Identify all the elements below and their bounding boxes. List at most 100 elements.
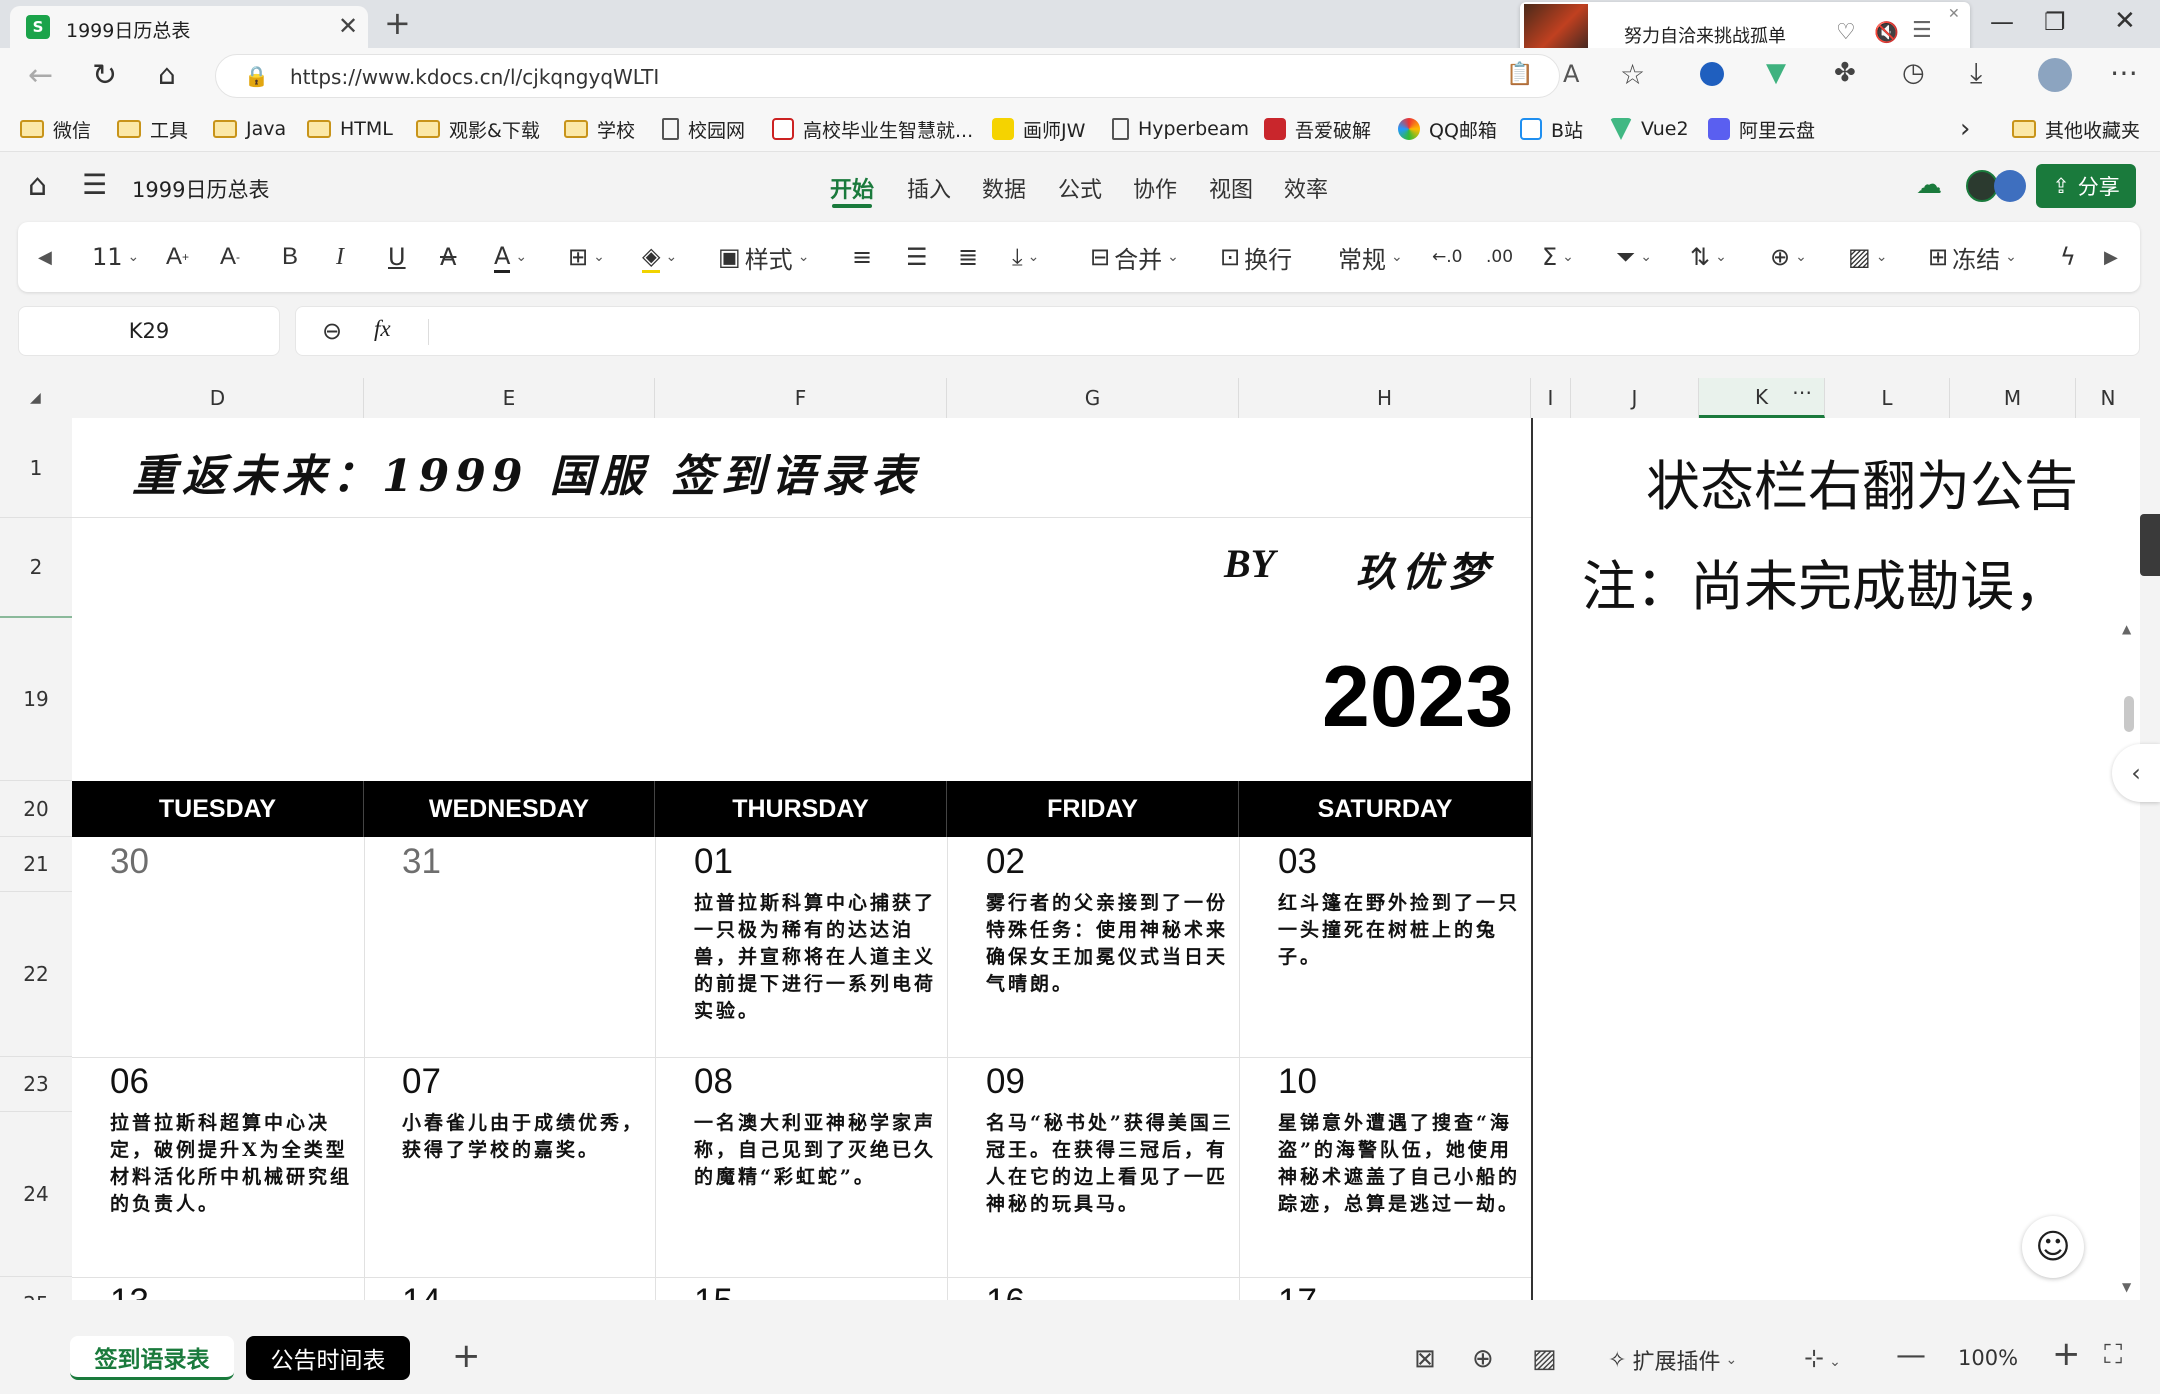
day-quote[interactable]: 一名澳大利亚神秘学家声称，自己见到了灭绝已久的魔精“彩虹蛇”。 [694,1110,949,1191]
scroll-down-arrow-icon[interactable]: ▼ [2122,1280,2131,1294]
bookmark-vue2[interactable]: Vue2 [1610,113,1689,145]
fill-color-icon[interactable]: ◈ ⌄ [642,240,677,274]
insert-image-icon[interactable]: ▨ ⌄ [1848,240,1887,274]
formula-bar[interactable]: ⊖ fx [295,306,2140,356]
home-icon[interactable]: ⌂ [158,58,176,91]
menu-home[interactable]: 开始 [830,172,874,204]
bookmark-artist[interactable]: 画师JW [992,113,1085,145]
day-number[interactable]: 17 [1278,1282,1317,1300]
bookmark-movies[interactable]: 观影&下载 [416,113,540,145]
history-icon[interactable]: ◷ [1902,58,1925,88]
merge-button[interactable]: ⊟ 合并 ⌄ [1090,240,1179,274]
column-header-m[interactable]: M [1950,378,2076,418]
bookmark-html[interactable]: HTML [307,113,393,145]
toolbar-scroll-right-icon[interactable]: ▶ [2104,240,2118,274]
back-icon[interactable]: ← [28,58,53,93]
day-number[interactable]: 15 [694,1282,733,1300]
favorite-star-icon[interactable]: ☆ [1620,58,1645,91]
more-options-icon[interactable]: ⋯ [2110,56,2138,89]
menu-insert[interactable]: 插入 [907,172,951,204]
column-header-h[interactable]: H [1239,378,1531,418]
bookmark-wechat[interactable]: 微信 [20,113,91,145]
side-panel-handle[interactable] [2140,514,2160,576]
zoom-out-icon[interactable]: — [1896,1338,1926,1373]
sheet-grid[interactable]: 重返未来：1999 国服 签到语录表 BY 玖优梦 状态栏右翻为公告 注：尚未完… [72,418,2140,1300]
maximize-icon[interactable]: ❐ [2044,8,2066,36]
freeze-button[interactable]: ⊞ 冻结 ⌄ [1928,240,2017,274]
day-quote[interactable]: 雾行者的父亲接到了一份特殊任务：使用神秘术来确保女王加冕仪式当日天气晴朗。 [986,890,1241,998]
cell-check-icon[interactable]: ⊠ [1414,1344,1436,1374]
select-all-corner[interactable]: ◢ [30,390,41,406]
menu-collaborate[interactable]: 协作 [1133,172,1177,204]
bookmark-qqmail[interactable]: QQ邮箱 [1398,113,1497,145]
sheet-tab[interactable]: 公告时间表 [246,1336,410,1380]
extensions-icon[interactable]: ✤ [1834,58,1856,88]
day-number[interactable]: 16 [986,1282,1025,1300]
bookmark-campus-net[interactable]: 校园网 [662,113,745,145]
column-header-e[interactable]: E [364,378,655,418]
increase-font-icon[interactable]: A + [166,240,189,274]
browser-tab[interactable]: S 1999日历总表 ✕ [10,6,368,48]
assistant-mascot[interactable]: ☺ [2022,1216,2084,1278]
italic-icon[interactable]: I [336,240,344,274]
menu-formula[interactable]: 公式 [1058,172,1102,204]
fullscreen-icon[interactable]: ⛶ [2104,1340,2122,1371]
bookmark-tools[interactable]: 工具 [117,113,188,145]
weekday-header[interactable]: TUESDAY [72,781,364,837]
column-header-i[interactable]: I [1531,378,1571,418]
profile-avatar[interactable] [2038,58,2072,92]
collaborator-avatar[interactable] [1994,170,2026,202]
day-quote[interactable]: 红斗篷在野外捡到了一只一头撞死在树桩上的兔子。 [1278,890,1533,971]
bookmark-bilibili[interactable]: B站 [1520,113,1583,145]
day-quote[interactable]: 名马“秘书处”获得美国三冠王。在获得三冠后，有人在它的边上看见了一匹神秘的玩具马… [986,1110,1241,1218]
clipboard-icon[interactable]: 📋 [1506,62,1533,87]
vertical-scrollbar-thumb[interactable] [2124,696,2134,732]
day-number[interactable]: 30 [110,842,149,882]
bold-icon[interactable]: B [282,240,298,274]
decrease-decimal-icon[interactable]: ←.0 [1432,240,1462,274]
close-tab-icon[interactable]: ✕ [338,12,358,40]
weekday-header[interactable]: WEDNESDAY [364,781,655,837]
zoom-level[interactable]: 100% [1958,1346,2018,1370]
home-icon[interactable]: ⌂ [28,168,47,203]
downloads-icon[interactable]: ⤓ [1970,56,1982,90]
bookmark-other[interactable]: 其他收藏夹 [2012,113,2140,145]
day-number[interactable]: 01 [694,842,733,882]
day-number[interactable]: 10 [1278,1062,1317,1102]
close-media-icon[interactable]: ✕ [1948,6,1960,22]
weekday-header[interactable]: FRIDAY [947,781,1239,837]
mute-icon[interactable]: 🔇 [1874,20,1899,44]
day-number[interactable]: 09 [986,1062,1025,1102]
row-header-1[interactable]: 1 [0,418,72,518]
bookmark-52pojie[interactable]: 吾爱破解 [1264,113,1371,145]
day-number[interactable]: 03 [1278,842,1317,882]
font-color-icon[interactable]: A ⌄ [494,240,527,274]
author-name[interactable]: 玖优梦 [1356,540,1494,598]
lightning-icon[interactable]: ϟ [2060,240,2076,274]
sort-icon[interactable]: ⇅ ⌄ [1690,240,1727,274]
column-header-l[interactable]: L [1825,378,1950,418]
sheet-image-icon[interactable]: ▨ [1532,1344,1557,1374]
close-window-icon[interactable]: ✕ [2114,6,2136,36]
address-bar[interactable]: 🔒 https://www.kdocs.cn/l/cjkqngyqWLTI 📋 [215,54,1560,98]
day-quote[interactable]: 拉普拉斯科超算中心决定，破例提升X为全类型材料活化所中机械研究组的负责人。 [110,1110,365,1218]
document-title[interactable]: 1999日历总表 [132,174,269,204]
menu-view[interactable]: 视图 [1209,172,1253,204]
column-header-g[interactable]: G [947,378,1239,418]
scroll-up-arrow-icon[interactable]: ▲ [2122,622,2131,636]
sum-icon[interactable]: Σ ⌄ [1542,240,1574,274]
heart-icon[interactable]: ♡ [1836,20,1856,45]
chevron-right-icon[interactable]: › [1960,114,1970,144]
strikethrough-icon[interactable]: A [440,240,456,274]
row-header-21[interactable]: 21 [0,837,72,892]
align-left-icon[interactable]: ≡ [852,240,872,274]
style-button[interactable]: ▣ 样式 ⌄ [718,240,809,274]
globe-icon[interactable]: ⊕ [1472,1344,1494,1374]
zoom-formula-icon[interactable]: ⊖ [322,317,342,345]
day-number[interactable]: 07 [402,1062,441,1102]
author-by[interactable]: BY [1224,540,1275,587]
row-header-20[interactable]: 20 [0,781,72,837]
vertical-align-icon[interactable]: ⤓ ⌄ [1012,240,1039,274]
cell-name-box[interactable]: K29 [18,306,280,356]
decrease-font-icon[interactable]: A- [220,240,240,274]
